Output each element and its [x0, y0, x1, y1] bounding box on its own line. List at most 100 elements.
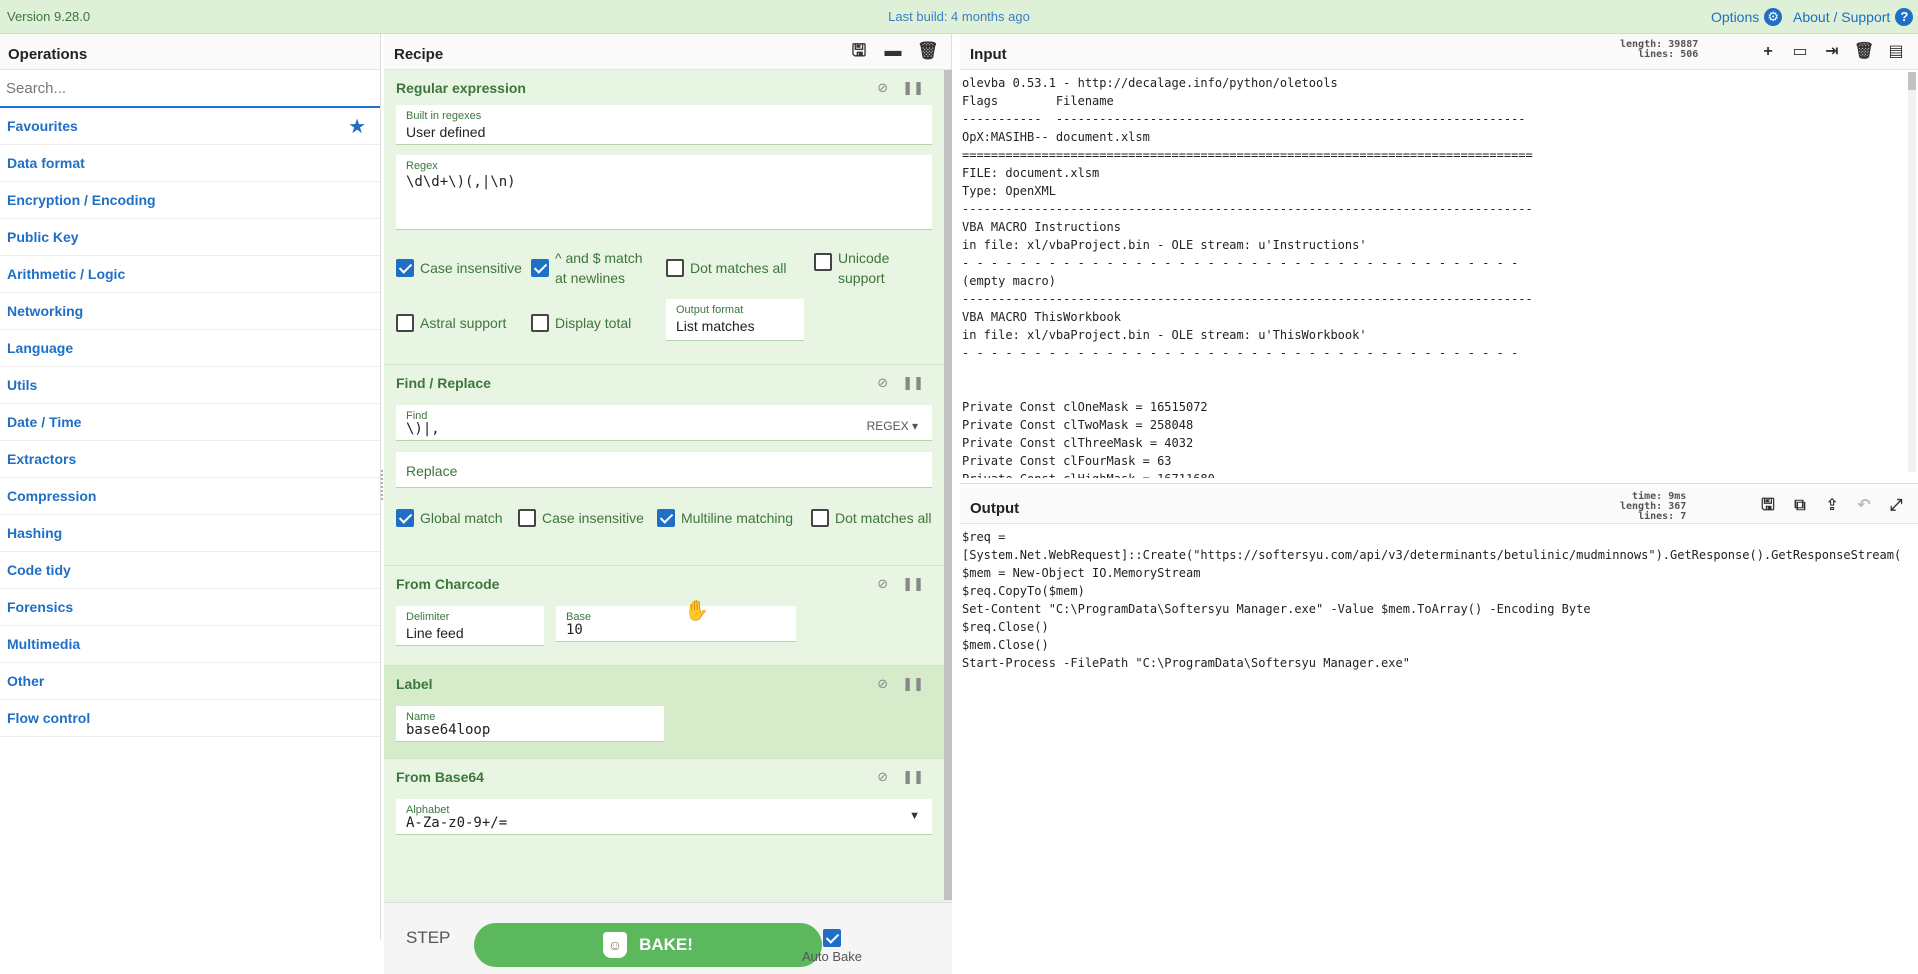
op-label[interactable]: Label ⊘ ❚❚ Name base64loop	[384, 666, 944, 759]
auto-bake-checkbox[interactable]: Auto Bake	[792, 929, 872, 964]
op-from-charcode[interactable]: From Charcode ⊘ ❚❚ Delimiter Line feed Ba…	[384, 566, 944, 666]
category-networking[interactable]: Networking	[0, 293, 380, 330]
scrollbar-thumb[interactable]	[1908, 72, 1916, 90]
category-multimedia[interactable]: Multimedia	[0, 626, 380, 663]
pause-icon[interactable]: ❚❚	[902, 576, 924, 592]
field-value: \)|,	[406, 421, 440, 437]
input-line: Flags Filename	[962, 94, 1114, 108]
pause-icon[interactable]: ❚❚	[902, 375, 924, 391]
trash-icon[interactable]: 🗑	[917, 41, 939, 61]
bake-button[interactable]: ☺ BAKE!	[474, 923, 822, 967]
find-input[interactable]: Find \)|, REGEX ▾	[396, 405, 932, 441]
disable-icon[interactable]: ⊘	[877, 576, 888, 592]
options-button[interactable]: Options ⚙	[1711, 8, 1783, 26]
disable-icon[interactable]: ⊘	[877, 80, 888, 96]
op-title: Label	[396, 676, 433, 692]
category-label: Public Key	[7, 229, 79, 245]
disable-icon[interactable]: ⊘	[877, 769, 888, 785]
about-support-button[interactable]: About / Support ?	[1793, 8, 1914, 26]
category-forensics[interactable]: Forensics	[0, 589, 380, 626]
input-line: in file: xl/vbaProject.bin - OLE stream:…	[962, 328, 1367, 342]
top-bar: Version 9.28.0 Last build: 4 months ago …	[0, 0, 1918, 34]
trash-icon[interactable]: 🗑	[1854, 42, 1874, 62]
find-mode-dropdown[interactable]: REGEX ▾	[867, 419, 918, 433]
copy-icon[interactable]: ⧉	[1790, 496, 1810, 516]
delimiter-select[interactable]: Delimiter Line feed	[396, 606, 544, 646]
input-line: - - - - - - - - - - - - - - - - - - - - …	[962, 346, 1526, 360]
recipe-header: Recipe 🖫 ▬ 🗑	[384, 34, 951, 70]
category-arithmetic-logic[interactable]: Arithmetic / Logic	[0, 256, 380, 293]
category-language[interactable]: Language	[0, 330, 380, 367]
replace-input[interactable]: Replace	[396, 452, 932, 488]
category-favourites[interactable]: Favourites ★	[0, 108, 380, 145]
input-stats: length: 39887 lines: 506	[1620, 40, 1698, 60]
category-flow-control[interactable]: Flow control	[0, 700, 380, 737]
category-hashing[interactable]: Hashing	[0, 515, 380, 552]
checkbox-label: Case insensitive	[420, 260, 522, 276]
fr-dot-matches-all-checkbox[interactable]: Dot matches all	[811, 508, 931, 528]
category-extractors[interactable]: Extractors	[0, 441, 380, 478]
op-regular-expression[interactable]: Regular expression ⊘ ❚❚ Built in regexes …	[384, 70, 944, 365]
disable-icon[interactable]: ⊘	[877, 676, 888, 692]
save-icon[interactable]: 🖫	[849, 41, 869, 61]
recipe-scrollbar[interactable]	[944, 70, 952, 902]
op-from-base64[interactable]: From Base64 ⊘ ❚❚ Alphabet A-Za-z0-9+/= ▼	[384, 759, 944, 902]
pause-icon[interactable]: ❚❚	[902, 769, 924, 785]
category-label: Favourites	[7, 118, 78, 134]
replace-input-icon[interactable]: ⇪	[1822, 496, 1842, 516]
category-public-key[interactable]: Public Key	[0, 219, 380, 256]
search-input[interactable]: Search...	[0, 70, 380, 108]
layout-icon[interactable]: ▤	[1886, 42, 1906, 62]
pause-icon[interactable]: ❚❚	[902, 80, 924, 96]
input-panel: Input length: 39887 lines: 506 + ▭ ⇥ 🗑 ▤…	[960, 34, 1918, 484]
unicode-support-checkbox[interactable]: Unicode support	[814, 248, 889, 288]
astral-support-checkbox[interactable]: Astral support	[396, 313, 506, 333]
undo-icon[interactable]: ↶	[1854, 496, 1874, 516]
builtin-regexes-select[interactable]: Built in regexes User defined	[396, 105, 932, 145]
open-folder-icon[interactable]: ▭	[1790, 42, 1810, 62]
folder-icon[interactable]: ▬	[883, 41, 903, 61]
output-lines: 7	[1680, 511, 1687, 522]
disable-icon[interactable]: ⊘	[877, 375, 888, 391]
about-label: About / Support	[1793, 9, 1891, 25]
bake-label: BAKE!	[639, 935, 693, 954]
category-date-time[interactable]: Date / Time	[0, 404, 380, 441]
checkbox-box	[811, 509, 829, 527]
add-icon[interactable]: +	[1758, 42, 1778, 62]
save-icon[interactable]: 🖫	[1758, 496, 1778, 516]
op-find-replace[interactable]: Find / Replace ⊘ ❚❚ Find \)|, REGEX ▾ Rep…	[384, 365, 944, 566]
category-label: Arithmetic / Logic	[7, 266, 126, 282]
category-other[interactable]: Other	[0, 663, 380, 700]
global-match-checkbox[interactable]: Global match	[396, 508, 502, 528]
category-compression[interactable]: Compression	[0, 478, 380, 515]
dot-matches-all-checkbox[interactable]: Dot matches all	[666, 258, 786, 278]
multiline-matching-checkbox[interactable]: Multiline matching	[657, 508, 793, 528]
scrollbar-thumb[interactable]	[944, 70, 952, 900]
display-total-checkbox[interactable]: Display total	[531, 313, 631, 333]
step-button[interactable]: STEP	[406, 928, 450, 948]
fr-case-insensitive-checkbox[interactable]: Case insensitive	[518, 508, 644, 528]
category-label: Flow control	[7, 710, 91, 726]
maximize-icon[interactable]: ⤢	[1886, 496, 1906, 516]
checkbox-label: Dot matches all	[835, 510, 932, 526]
output-textarea[interactable]: $req = [System.Net.WebRequest]::Create("h…	[962, 528, 1902, 928]
category-code-tidy[interactable]: Code tidy	[0, 552, 380, 589]
load-file-icon[interactable]: ⇥	[1822, 42, 1842, 62]
category-utils[interactable]: Utils	[0, 367, 380, 404]
output-format-select[interactable]: Output format List matches	[666, 299, 804, 341]
input-textarea[interactable]: olevba 0.53.1 - http://decalage.info/pyt…	[962, 74, 1902, 478]
checkbox-label: Multiline matching	[681, 510, 794, 526]
category-encryption-encoding[interactable]: Encryption / Encoding	[0, 182, 380, 219]
last-build-link[interactable]: Last build: 4 months ago	[888, 9, 1030, 24]
input-scrollbar[interactable]	[1908, 72, 1916, 472]
base-input[interactable]: Base 10	[556, 606, 796, 642]
field-value: base64loop	[406, 722, 491, 738]
regex-input[interactable]: Regex \d\d+\)(,|\n)	[396, 155, 932, 230]
pause-icon[interactable]: ❚❚	[902, 676, 924, 692]
alphabet-select[interactable]: Alphabet A-Za-z0-9+/= ▼	[396, 799, 932, 835]
case-insensitive-checkbox[interactable]: Case insensitive	[396, 258, 522, 278]
label-name-input[interactable]: Name base64loop	[396, 706, 664, 742]
field-value: User defined	[406, 124, 486, 140]
multiline-checkbox[interactable]: ^ and $ match at newlines	[531, 248, 643, 288]
category-data-format[interactable]: Data format	[0, 145, 380, 182]
